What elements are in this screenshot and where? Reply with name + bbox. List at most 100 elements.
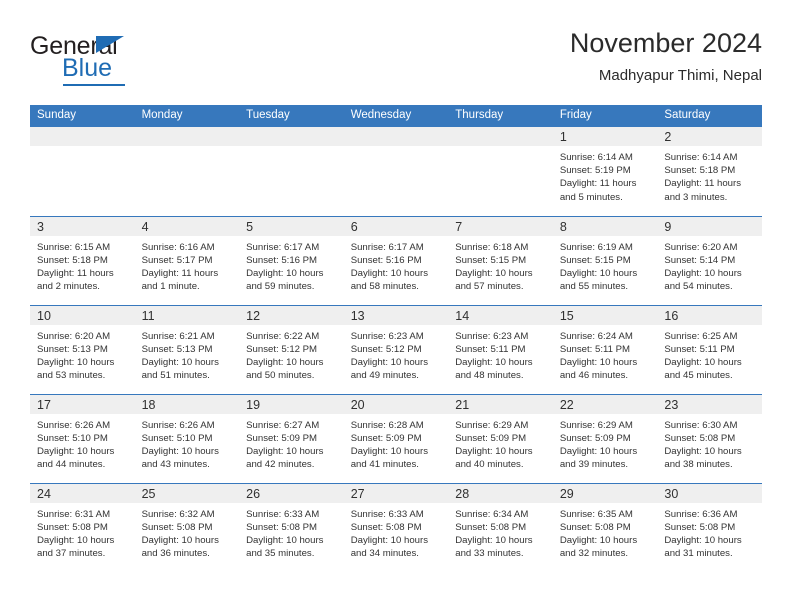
day-daylight2-text: and 50 minutes.: [246, 370, 315, 382]
weekday-header-thursday: Thursday: [448, 105, 553, 127]
day-sunrise-text: Sunrise: 6:28 AM: [350, 419, 424, 431]
day-number: 26: [239, 483, 344, 503]
calendar-day-cell[interactable]: 9 Sunrise: 6:20 AM Sunset: 5:14 PM Daylight…: [657, 215, 762, 305]
day-cell-content: 11 Sunrise: 6:21 AM Sunset: 5:13 PM Dayligh…: [134, 305, 240, 394]
day-sun-info: Sunrise: 6:20 AM Sunset: 5:14 PM Daylight:…: [657, 236, 762, 294]
day-sunrise-text: Sunrise: 6:26 AM: [141, 419, 215, 431]
day-daylight1-text: Daylight: 11 hours: [559, 178, 637, 190]
calendar-day-cell[interactable]: 29 Sunrise: 6:35 AM Sunset: 5:08 PM Dayligh…: [552, 482, 658, 572]
day-cell-content: 21 Sunrise: 6:29 AM Sunset: 5:09 PM Dayligh…: [448, 394, 553, 483]
day-sunset-text: Sunset: 5:08 PM: [350, 521, 422, 533]
day-number: 22: [552, 394, 658, 414]
weekday-header-sunday: Sunday: [30, 105, 135, 127]
day-sun-info: Sunrise: 6:14 AM Sunset: 5:19 PM Daylight:…: [553, 146, 658, 204]
day-daylight2-text: and 54 minutes.: [664, 281, 733, 293]
calendar-day-cell[interactable]: [134, 127, 240, 216]
day-sun-info: Sunrise: 6:27 AM Sunset: 5:09 PM Daylight:…: [239, 414, 344, 472]
calendar-day-cell[interactable]: 20 Sunrise: 6:28 AM Sunset: 5:09 PM Dayligh…: [343, 393, 449, 483]
day-sunset-text: Sunset: 5:12 PM: [246, 343, 318, 355]
day-number: 12: [239, 305, 344, 325]
day-cell-content: 12 Sunrise: 6:22 AM Sunset: 5:12 PM Dayligh…: [239, 305, 344, 394]
day-daylight1-text: Daylight: 10 hours: [350, 534, 429, 546]
day-number: 8: [552, 216, 658, 236]
calendar-day-cell[interactable]: 6 Sunrise: 6:17 AM Sunset: 5:16 PM Daylight…: [343, 215, 449, 305]
calendar-day-cell[interactable]: 27 Sunrise: 6:33 AM Sunset: 5:08 PM Dayligh…: [343, 482, 449, 572]
calendar-day-cell[interactable]: 10 Sunrise: 6:20 AM Sunset: 5:13 PM Dayligh…: [30, 304, 135, 394]
calendar-header-row: Sunday Monday Tuesday Wednesday Thursday…: [30, 105, 762, 127]
calendar-day-cell[interactable]: 18 Sunrise: 6:26 AM Sunset: 5:10 PM Dayligh…: [134, 393, 240, 483]
day-number: 19: [239, 394, 344, 414]
day-daylight2-text: and 37 minutes.: [37, 548, 106, 560]
day-sun-info: Sunrise: 6:36 AM Sunset: 5:08 PM Daylight:…: [657, 503, 762, 561]
day-daylight1-text: Daylight: 10 hours: [141, 445, 219, 457]
day-sunrise-text: Sunrise: 6:23 AM: [455, 330, 529, 342]
calendar-day-cell[interactable]: 19 Sunrise: 6:27 AM Sunset: 5:09 PM Dayligh…: [239, 393, 344, 483]
day-cell-content: 20 Sunrise: 6:28 AM Sunset: 5:09 PM Dayligh…: [343, 394, 449, 483]
day-daylight1-text: Daylight: 10 hours: [37, 356, 115, 368]
day-cell-content: [343, 127, 449, 216]
day-sun-info: Sunrise: 6:33 AM Sunset: 5:08 PM Daylight:…: [344, 503, 449, 561]
calendar-day-cell[interactable]: 28 Sunrise: 6:34 AM Sunset: 5:08 PM Dayligh…: [448, 482, 553, 573]
day-number: 9: [657, 216, 762, 236]
weekday-header-saturday: Saturday: [657, 105, 762, 127]
page-header: General Blue November 2024 Madhyapur Thi…: [30, 28, 762, 96]
calendar-day-cell[interactable]: 7 Sunrise: 6:18 AM Sunset: 5:15 PM Daylight…: [448, 215, 553, 305]
day-cell-content: 1 Sunrise: 6:14 AM Sunset: 5:19 PM Daylight…: [552, 127, 658, 216]
calendar-day-cell[interactable]: 16 Sunrise: 6:25 AM Sunset: 5:11 PM Dayligh…: [657, 304, 762, 394]
calendar-day-cell[interactable]: 11 Sunrise: 6:21 AM Sunset: 5:13 PM Dayligh…: [134, 304, 240, 394]
calendar-day-cell[interactable]: 2 Sunrise: 6:14 AM Sunset: 5:18 PM Daylight…: [657, 127, 762, 216]
calendar-day-cell[interactable]: 25 Sunrise: 6:32 AM Sunset: 5:08 PM Dayligh…: [134, 482, 240, 572]
calendar-body: 1 Sunrise: 6:14 AM Sunset: 5:19 PM Daylight…: [30, 127, 762, 572]
day-daylight1-text: Daylight: 10 hours: [246, 445, 324, 457]
calendar-day-cell[interactable]: [448, 127, 553, 216]
day-daylight2-text: and 59 minutes.: [246, 281, 315, 293]
day-sunrise-text: Sunrise: 6:33 AM: [350, 508, 424, 520]
brand-flag-icon: [96, 36, 124, 53]
calendar-day-cell[interactable]: 1 Sunrise: 6:14 AM Sunset: 5:19 PM Daylight…: [552, 127, 658, 216]
day-sunrise-text: Sunrise: 6:17 AM: [246, 241, 320, 253]
calendar-day-cell[interactable]: 17 Sunrise: 6:26 AM Sunset: 5:10 PM Dayligh…: [30, 393, 135, 483]
brand-logo[interactable]: General Blue: [30, 34, 230, 90]
calendar-day-cell[interactable]: 4 Sunrise: 6:16 AM Sunset: 5:17 PM Daylight…: [134, 215, 240, 305]
calendar-day-cell[interactable]: 26 Sunrise: 6:33 AM Sunset: 5:08 PM Dayligh…: [239, 482, 344, 572]
day-sun-info: Sunrise: 6:20 AM Sunset: 5:13 PM Daylight:…: [30, 325, 135, 383]
day-daylight1-text: Daylight: 10 hours: [350, 356, 429, 368]
calendar-day-cell[interactable]: 8 Sunrise: 6:19 AM Sunset: 5:15 PM Daylight…: [552, 215, 658, 305]
day-daylight2-text: and 58 minutes.: [350, 281, 419, 293]
day-sunrise-text: Sunrise: 6:15 AM: [37, 241, 111, 253]
calendar-day-cell[interactable]: 23 Sunrise: 6:30 AM Sunset: 5:08 PM Dayligh…: [657, 393, 762, 483]
calendar-day-cell[interactable]: [30, 127, 135, 216]
day-number: 16: [657, 305, 762, 325]
calendar-day-cell[interactable]: 21 Sunrise: 6:29 AM Sunset: 5:09 PM Dayligh…: [448, 393, 553, 483]
day-cell-content: 3 Sunrise: 6:15 AM Sunset: 5:18 PM Daylight…: [30, 216, 135, 305]
day-sunset-text: Sunset: 5:11 PM: [664, 343, 735, 355]
day-sun-info: Sunrise: 6:29 AM Sunset: 5:09 PM Daylight:…: [553, 414, 658, 472]
day-cell-content: 13 Sunrise: 6:23 AM Sunset: 5:12 PM Dayligh…: [343, 305, 449, 394]
day-number: 11: [134, 305, 240, 325]
calendar-day-cell[interactable]: 13 Sunrise: 6:23 AM Sunset: 5:12 PM Dayligh…: [343, 304, 449, 394]
calendar-day-cell[interactable]: 12 Sunrise: 6:22 AM Sunset: 5:12 PM Dayligh…: [239, 304, 344, 394]
calendar-day-cell[interactable]: 3 Sunrise: 6:15 AM Sunset: 5:18 PM Daylight…: [30, 215, 135, 305]
calendar-day-cell[interactable]: 14 Sunrise: 6:23 AM Sunset: 5:11 PM Dayligh…: [448, 304, 553, 394]
day-daylight1-text: Daylight: 11 hours: [141, 267, 219, 279]
day-daylight2-text: and 36 minutes.: [141, 548, 210, 560]
day-cell-content: 14 Sunrise: 6:23 AM Sunset: 5:11 PM Dayligh…: [448, 305, 553, 394]
calendar-day-cell[interactable]: [239, 127, 344, 216]
day-sunrise-text: Sunrise: 6:20 AM: [37, 330, 111, 342]
calendar-day-cell[interactable]: 15 Sunrise: 6:24 AM Sunset: 5:11 PM Dayligh…: [552, 304, 658, 394]
day-daylight2-text: and 42 minutes.: [246, 459, 315, 471]
calendar-day-cell[interactable]: 30 Sunrise: 6:36 AM Sunset: 5:08 PM Dayligh…: [657, 482, 762, 572]
calendar-day-cell[interactable]: 24 Sunrise: 6:31 AM Sunset: 5:08 PM Dayligh…: [30, 482, 135, 572]
weekday-header-monday: Monday: [134, 105, 240, 127]
calendar-day-cell[interactable]: 5 Sunrise: 6:17 AM Sunset: 5:16 PM Daylight…: [239, 215, 344, 305]
day-daylight2-text: and 33 minutes.: [455, 548, 524, 560]
calendar-day-cell[interactable]: [343, 127, 449, 216]
day-sunrise-text: Sunrise: 6:23 AM: [350, 330, 424, 342]
day-number: [134, 127, 240, 146]
day-cell-content: 28 Sunrise: 6:34 AM Sunset: 5:08 PM Dayligh…: [448, 483, 553, 573]
day-cell-content: 23 Sunrise: 6:30 AM Sunset: 5:08 PM Dayligh…: [657, 394, 762, 483]
day-cell-content: 7 Sunrise: 6:18 AM Sunset: 5:15 PM Daylight…: [448, 216, 553, 305]
day-sunset-text: Sunset: 5:10 PM: [141, 432, 213, 444]
day-number: 4: [134, 216, 240, 236]
calendar-day-cell[interactable]: 22 Sunrise: 6:29 AM Sunset: 5:09 PM Dayligh…: [552, 393, 658, 483]
